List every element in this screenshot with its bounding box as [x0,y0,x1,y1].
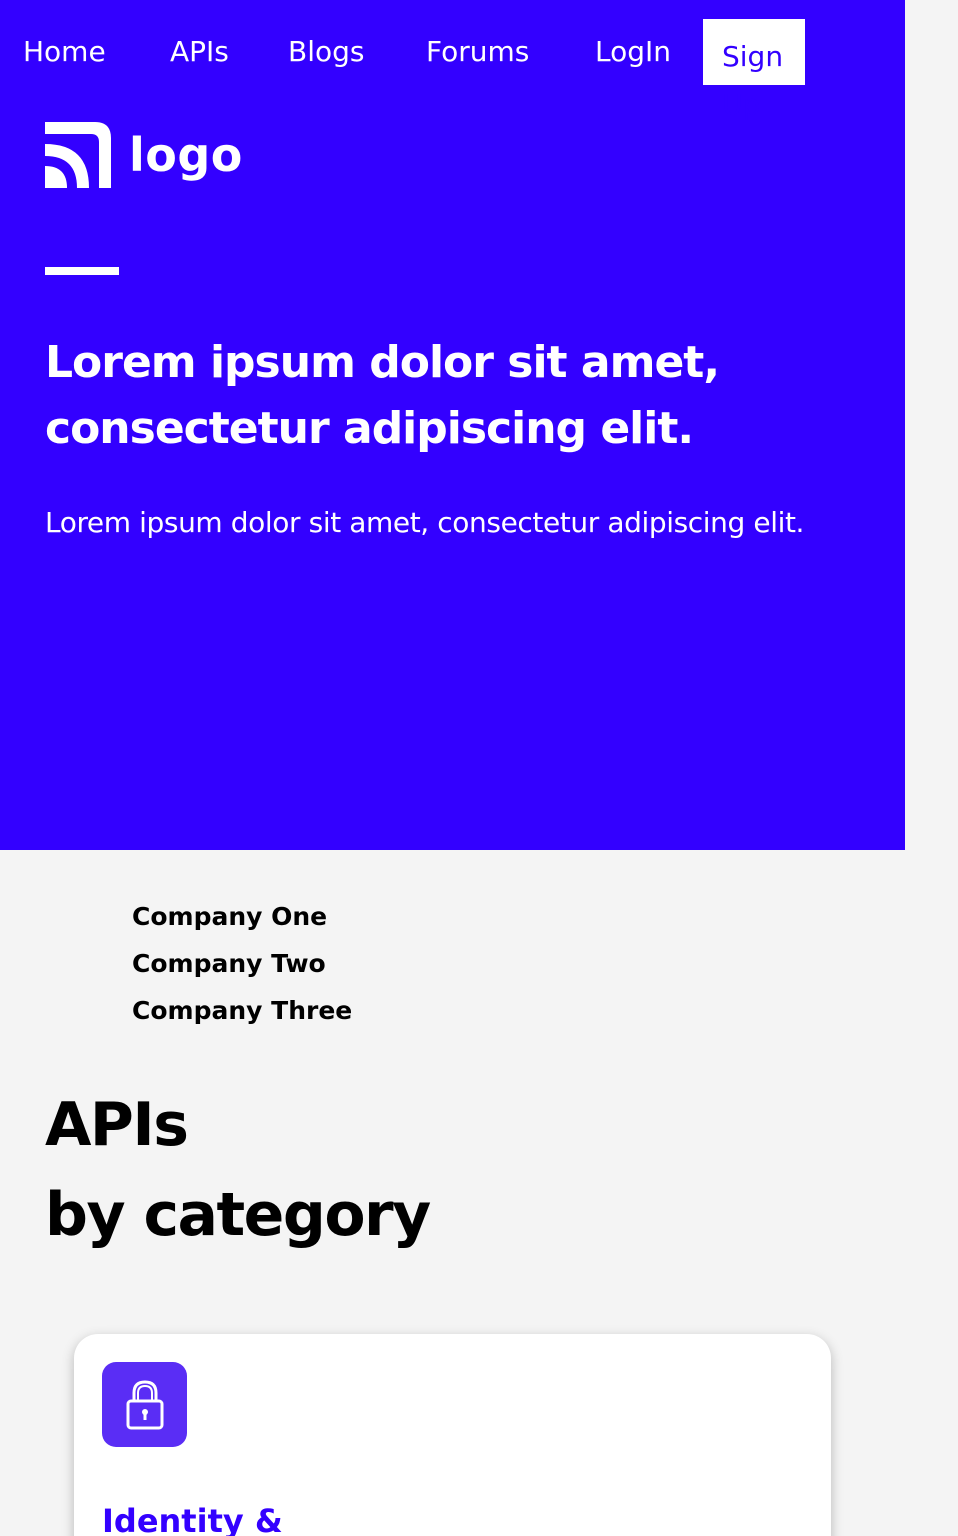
apis-section-title: APIs by category [45,1080,431,1260]
company-item: Company Three [132,996,353,1025]
lock-icon [102,1362,187,1447]
nav-forums[interactable]: Forums [426,34,529,70]
rss-icon [45,122,111,188]
nav-blogs[interactable]: Blogs [288,34,364,70]
hero-divider [45,267,119,275]
signup-label: Sign Up [722,40,784,121]
nav-login[interactable]: LogIn [595,34,671,70]
company-item: Company Two [132,949,326,978]
company-item: Company One [132,902,328,931]
hero-title: Lorem ipsum dolor sit amet, consectetur … [45,337,720,454]
apis-title-line2: by category [45,1180,431,1250]
signup-button[interactable]: Sign Up [703,19,805,121]
category-card[interactable]: Identity & [74,1334,831,1536]
hero-section: Home APIs Blogs Forums LogIn Sign Up log… [0,0,905,850]
hero-subtitle: Lorem ipsum dolor sit amet, consectetur … [45,506,805,539]
nav-apis[interactable]: APIs [170,34,229,70]
logo-text: logo [129,128,243,182]
category-card-title: Identity & [102,1502,283,1536]
nav-home[interactable]: Home [23,34,106,70]
logo[interactable]: logo [45,122,243,188]
company-list: Company One Company Two Company Three [132,893,352,1034]
apis-title-line1: APIs [45,1090,189,1160]
